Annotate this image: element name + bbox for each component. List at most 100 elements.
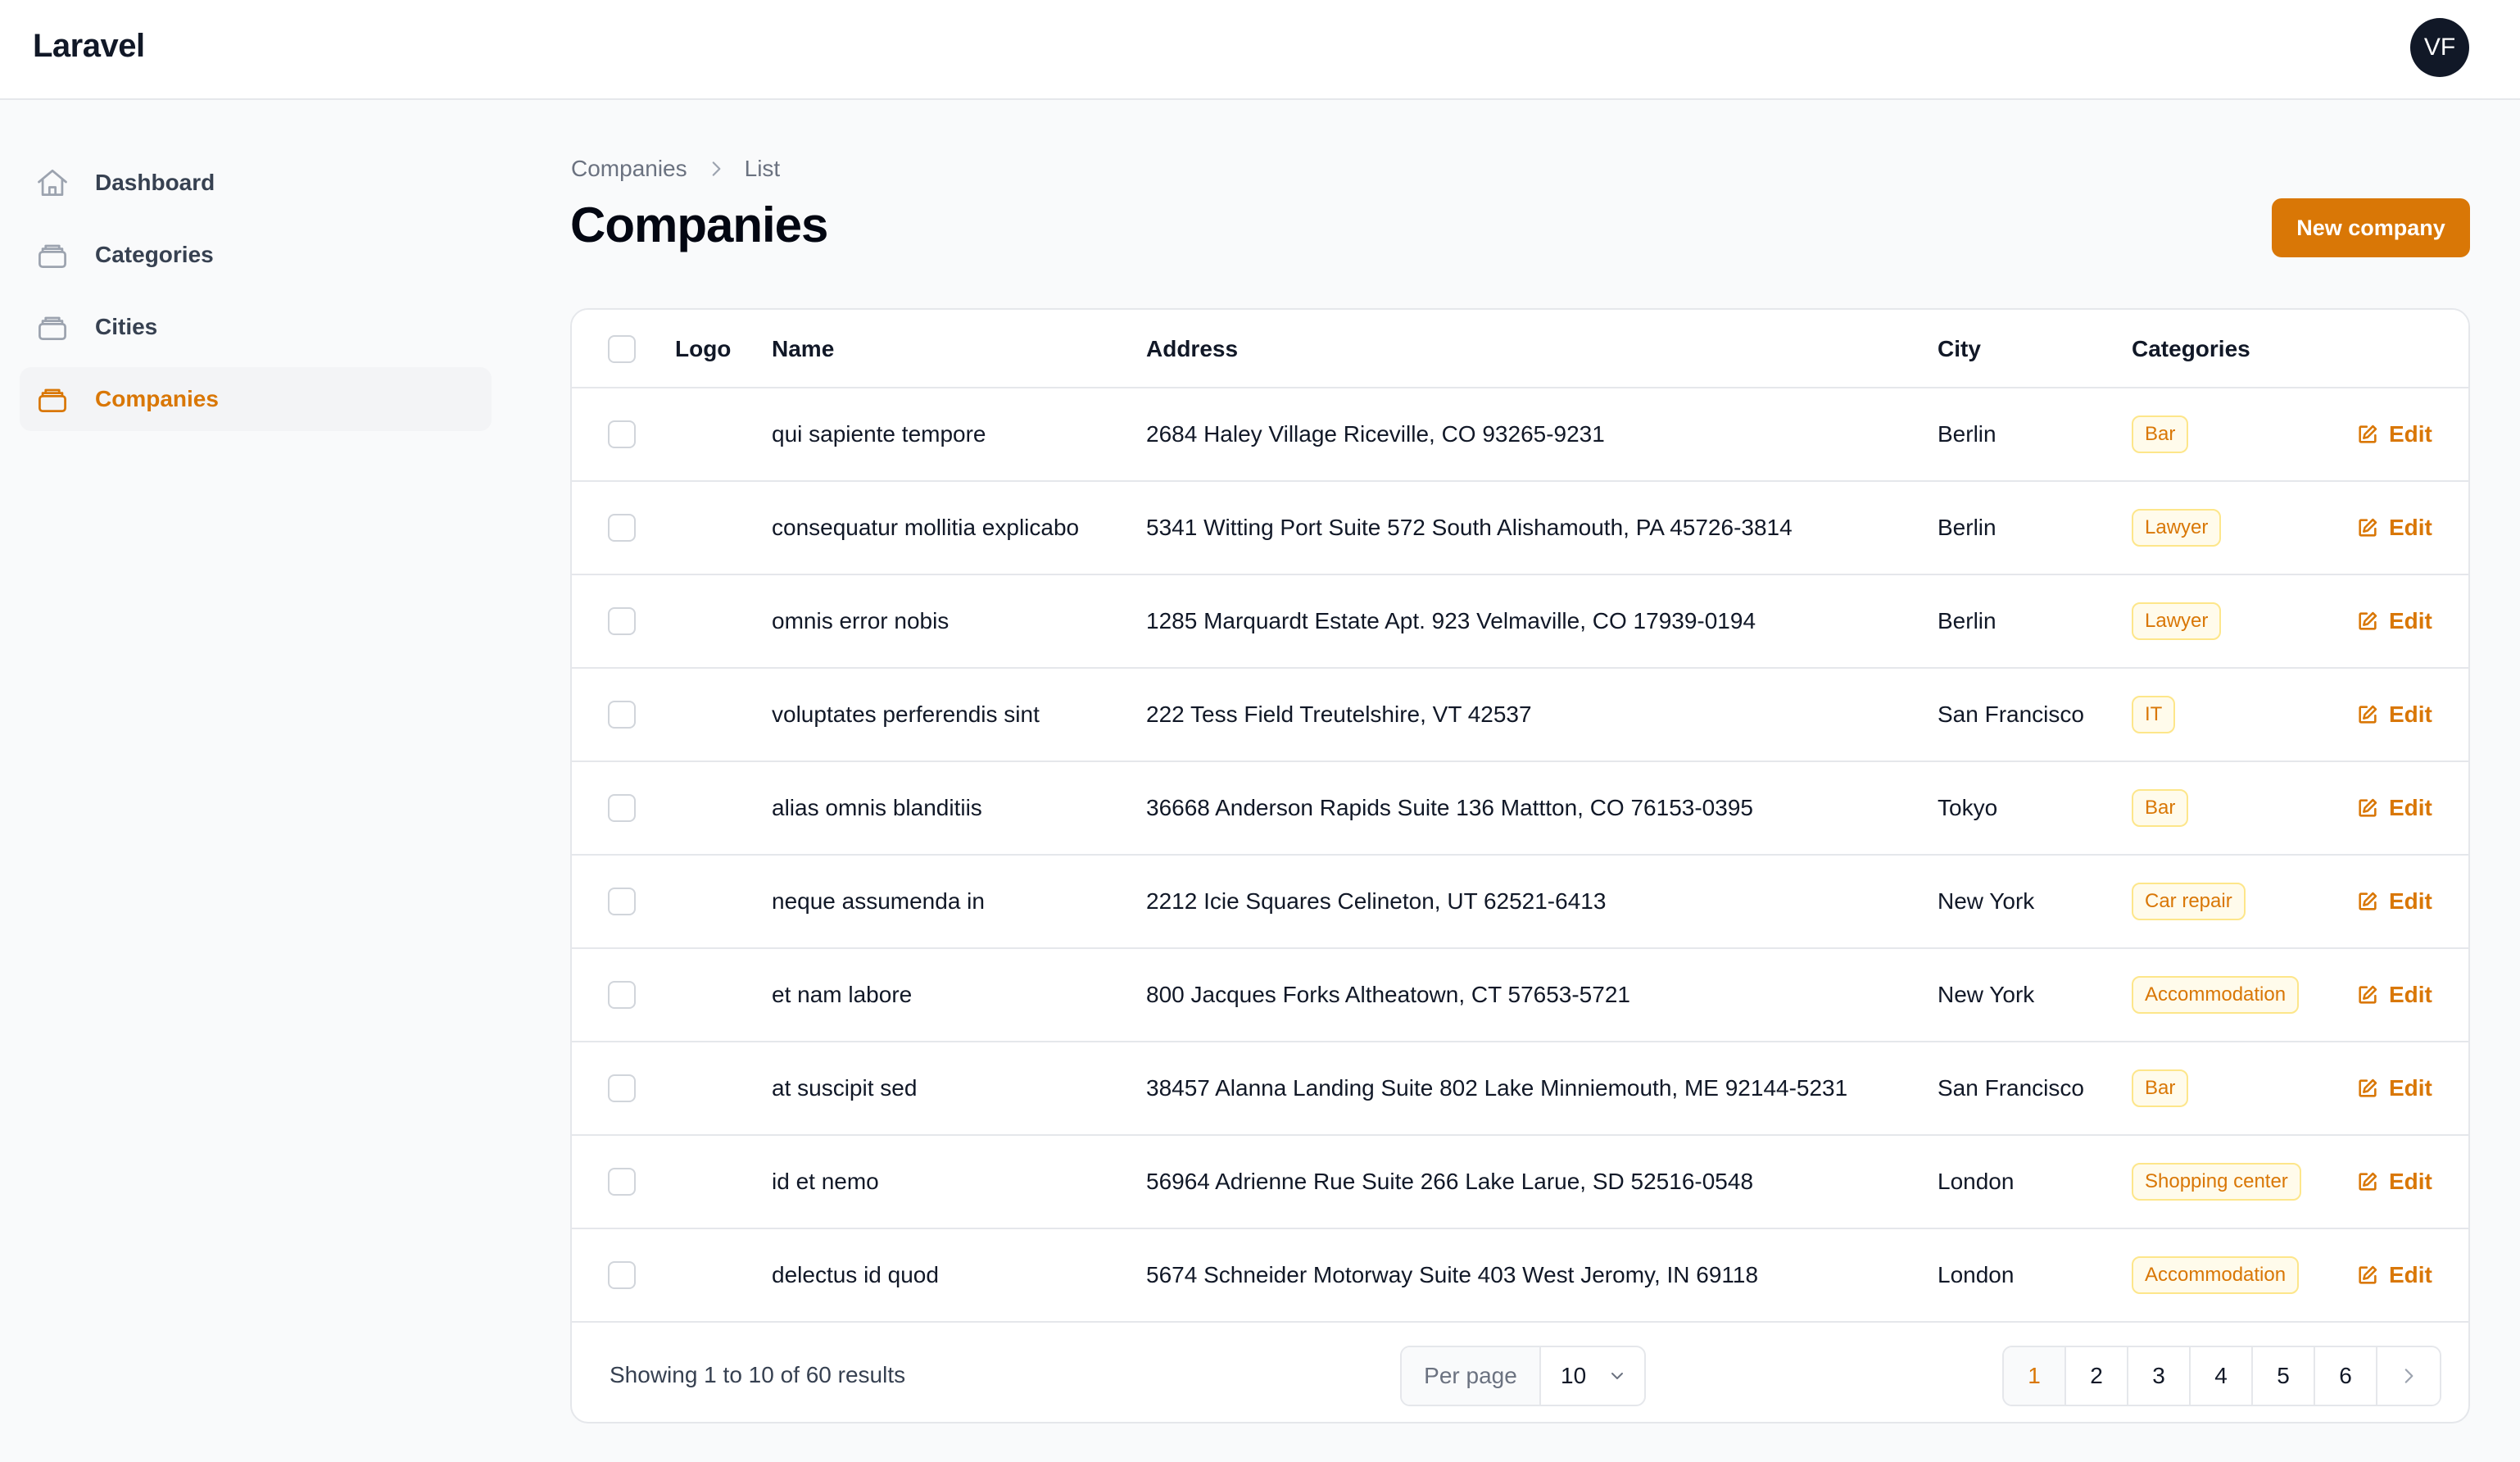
edit-button[interactable]: Edit — [2356, 762, 2432, 854]
user-avatar[interactable]: VF — [2410, 18, 2469, 77]
new-company-button[interactable]: New company — [2272, 198, 2470, 257]
row-checkbox[interactable] — [608, 981, 636, 1009]
table-row: consequatur mollitia explicabo 5341 Witti… — [572, 482, 2468, 575]
company-city: Berlin — [1938, 421, 1997, 447]
table-row: id et nemo 56964 Adrienne Rue Suite 266 L… — [572, 1136, 2468, 1229]
breadcrumb-parent[interactable]: Companies — [571, 156, 687, 182]
row-checkbox[interactable] — [608, 607, 636, 635]
sidebar: Dashboard Categories Cities Companies — [20, 151, 492, 439]
select-all-checkbox[interactable] — [608, 335, 636, 363]
sidebar-item-label: Dashboard — [95, 170, 215, 195]
edit-button[interactable]: Edit — [2356, 1136, 2432, 1228]
edit-icon — [2359, 1265, 2377, 1284]
page-button-1[interactable]: 1 — [2004, 1347, 2066, 1405]
company-logo — [675, 1229, 749, 1321]
company-name: et nam labore — [772, 982, 913, 1007]
row-checkbox[interactable] — [608, 794, 636, 822]
breadcrumb: Companies List — [571, 154, 780, 184]
edit-button[interactable]: Edit — [2356, 1042, 2432, 1134]
page-button-4[interactable]: 4 — [2191, 1347, 2253, 1405]
sidebar-item-companies[interactable]: Companies — [20, 367, 492, 431]
sidebar-item-cities[interactable]: Cities — [20, 295, 492, 359]
category-badge: Accommodation — [2132, 976, 2300, 1014]
table-row: alias omnis blanditiis 36668 Anderson Rap… — [572, 762, 2468, 856]
brand-logo[interactable]: Laravel — [33, 28, 145, 65]
sidebar-item-categories[interactable]: Categories — [20, 223, 492, 287]
row-checkbox[interactable] — [608, 1261, 636, 1289]
edit-label: Edit — [2389, 888, 2432, 914]
edit-label: Edit — [2389, 515, 2432, 540]
table-row: voluptates perferendis sint 222 Tess Fiel… — [572, 669, 2468, 762]
column-header-name[interactable]: Name — [772, 310, 834, 388]
company-name: qui sapiente tempore — [772, 421, 986, 447]
row-checkbox[interactable] — [608, 1074, 636, 1102]
edit-label: Edit — [2389, 1169, 2432, 1194]
company-name: voluptates perferendis sint — [772, 701, 1040, 727]
company-name: alias omnis blanditiis — [772, 795, 982, 820]
top-bar: Laravel VF — [0, 0, 2520, 100]
category-badge: Car repair — [2132, 883, 2246, 920]
page-button-2[interactable]: 2 — [2066, 1347, 2128, 1405]
sidebar-item-label: Categories — [95, 242, 214, 267]
row-checkbox[interactable] — [608, 514, 636, 542]
sidebar-item-dashboard[interactable]: Dashboard — [20, 151, 492, 215]
per-page-select[interactable]: Per page 10 — [1400, 1346, 1646, 1406]
row-checkbox[interactable] — [608, 420, 636, 448]
table-header: Logo Name Address City Categories — [572, 310, 2468, 388]
column-header-address[interactable]: Address — [1146, 310, 1238, 388]
company-logo — [675, 856, 749, 947]
row-checkbox[interactable] — [608, 888, 636, 915]
company-city: San Francisco — [1938, 1075, 2084, 1101]
row-checkbox[interactable] — [608, 1168, 636, 1196]
edit-icon — [2359, 425, 2377, 443]
page-button-3[interactable]: 3 — [2128, 1347, 2191, 1405]
page-button-6[interactable]: 6 — [2315, 1347, 2377, 1405]
column-header-city[interactable]: City — [1938, 310, 1981, 388]
edit-button[interactable]: Edit — [2356, 949, 2432, 1041]
company-address: 222 Tess Field Treutelshire, VT 42537 — [1146, 701, 1532, 727]
category-badge: Lawyer — [2132, 509, 2222, 547]
category-badge: Accommodation — [2132, 1256, 2300, 1294]
edit-icon — [2359, 892, 2377, 910]
next-page-button[interactable] — [2377, 1347, 2440, 1405]
edit-label: Edit — [2389, 982, 2432, 1007]
edit-label: Edit — [2389, 608, 2432, 633]
company-city: New York — [1938, 982, 2035, 1007]
table-row: qui sapiente tempore 2684 Haley Village R… — [572, 388, 2468, 482]
edit-icon — [2359, 705, 2377, 724]
company-logo — [675, 949, 749, 1041]
company-address: 36668 Anderson Rapids Suite 136 Mattton,… — [1146, 795, 1753, 820]
breadcrumb-current: List — [744, 156, 781, 181]
edit-label: Edit — [2389, 1075, 2432, 1101]
company-address: 5341 Witting Port Suite 572 South Alisha… — [1146, 515, 1793, 540]
column-header-categories: Categories — [2132, 336, 2250, 361]
company-address: 56964 Adrienne Rue Suite 266 Lake Larue,… — [1146, 1169, 1754, 1194]
row-checkbox[interactable] — [608, 701, 636, 729]
table-row: neque assumenda in 2212 Icie Squares Celi… — [572, 856, 2468, 949]
company-name: at suscipit sed — [772, 1075, 918, 1101]
edit-button[interactable]: Edit — [2356, 669, 2432, 761]
edit-button[interactable]: Edit — [2356, 1229, 2432, 1321]
company-city: San Francisco — [1938, 701, 2084, 727]
chevron-right-icon — [2404, 1369, 2413, 1383]
edit-button[interactable]: Edit — [2356, 575, 2432, 667]
per-page-value[interactable]: 10 — [1541, 1347, 1644, 1405]
table-row: at suscipit sed 38457 Alanna Landing Suit… — [572, 1042, 2468, 1136]
sidebar-item-label: Cities — [95, 314, 158, 339]
edit-button[interactable]: Edit — [2356, 482, 2432, 574]
sidebar-item-label: Companies — [95, 386, 219, 411]
pagination: 123456 — [2002, 1346, 2441, 1406]
company-address: 2212 Icie Squares Celineton, UT 62521-64… — [1146, 888, 1607, 914]
category-badge: Lawyer — [2132, 602, 2222, 640]
company-city: London — [1938, 1262, 2015, 1287]
category-badge: Bar — [2132, 1069, 2189, 1107]
company-address: 5674 Schneider Motorway Suite 403 West J… — [1146, 1262, 1759, 1287]
company-logo — [675, 762, 749, 854]
edit-button[interactable]: Edit — [2356, 856, 2432, 947]
stack-icon — [39, 244, 66, 269]
company-logo — [675, 669, 749, 761]
edit-label: Edit — [2389, 1262, 2432, 1287]
page-button-5[interactable]: 5 — [2253, 1347, 2315, 1405]
company-logo — [675, 388, 749, 480]
edit-button[interactable]: Edit — [2356, 388, 2432, 480]
